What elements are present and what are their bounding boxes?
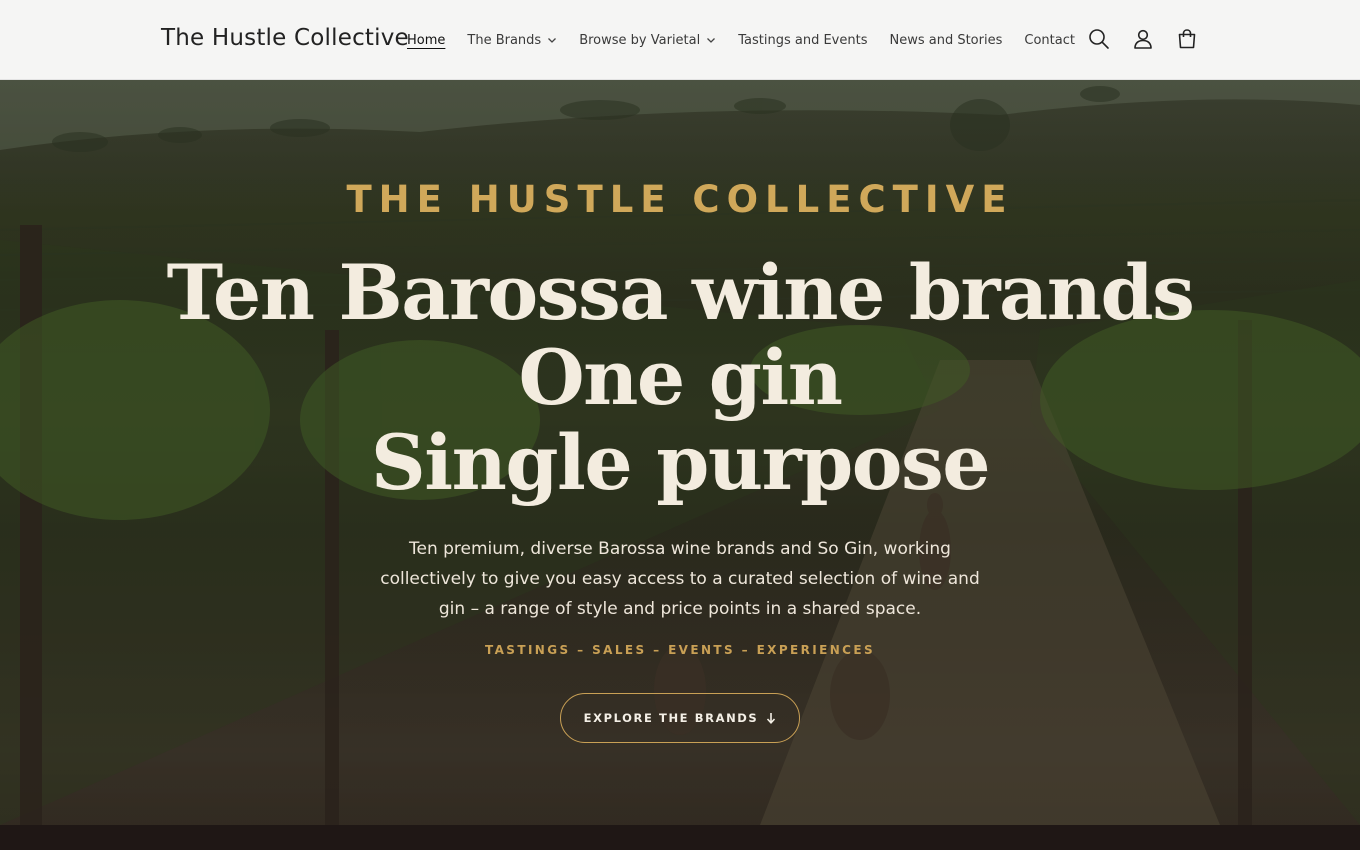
nav-item-label: Home [407, 32, 446, 48]
header-icons [1086, 25, 1200, 53]
hero-tagline: TASTINGS – SALES – EVENTS – EXPERIENCES [484, 643, 876, 657]
site-logo[interactable]: The Hustle Collective [161, 25, 409, 51]
headline-line: Single purpose [370, 418, 991, 507]
arrow-down-icon [767, 713, 776, 724]
next-section-band [0, 825, 1360, 850]
hero-banner: THE HUSTLE COLLECTIVE Ten Barossa wine b… [0, 80, 1360, 825]
nav-item-label: Contact [1024, 32, 1075, 48]
hero-eyebrow: THE HUSTLE COLLECTIVE [346, 178, 1014, 221]
chevron-down-icon [548, 38, 557, 43]
nav-item-label: The Brands [467, 32, 542, 48]
explore-brands-button[interactable]: EXPLORE THE BRANDS [560, 693, 800, 743]
nav-item-home[interactable]: Home [396, 33, 456, 48]
site-header: The Hustle Collective Home The Brands Br… [0, 0, 1360, 80]
nav-item-contact[interactable]: Contact [1013, 33, 1086, 48]
hero-content: THE HUSTLE COLLECTIVE Ten Barossa wine b… [0, 80, 1360, 825]
cart-icon [1178, 29, 1196, 49]
nav-item-browse-by-varietal[interactable]: Browse by Varietal [568, 33, 727, 48]
main-nav: Home The Brands Browse by Varietal Tasti… [396, 24, 1086, 56]
chevron-down-icon [707, 38, 716, 43]
account-button[interactable] [1130, 25, 1156, 53]
search-button[interactable] [1086, 25, 1112, 53]
account-icon [1134, 29, 1152, 49]
nav-item-label: Browse by Varietal [579, 32, 701, 48]
cart-button[interactable] [1174, 25, 1200, 53]
nav-item-news-and-stories[interactable]: News and Stories [878, 33, 1013, 48]
headline-line: One gin [518, 333, 843, 422]
nav-item-tastings-and-events[interactable]: Tastings and Events [727, 33, 878, 48]
nav-item-label: News and Stories [889, 32, 1003, 48]
search-icon [1089, 29, 1109, 49]
cta-label: EXPLORE THE BRANDS [583, 711, 759, 725]
hero-description: Ten premium, diverse Barossa wine brands… [380, 539, 980, 619]
headline-line: Ten Barossa wine brands [166, 248, 1195, 337]
hero-headline: Ten Barossa wine brands One gin Single p… [0, 250, 1360, 505]
nav-item-the-brands[interactable]: The Brands [456, 33, 568, 48]
nav-item-label: Tastings and Events [738, 32, 868, 48]
